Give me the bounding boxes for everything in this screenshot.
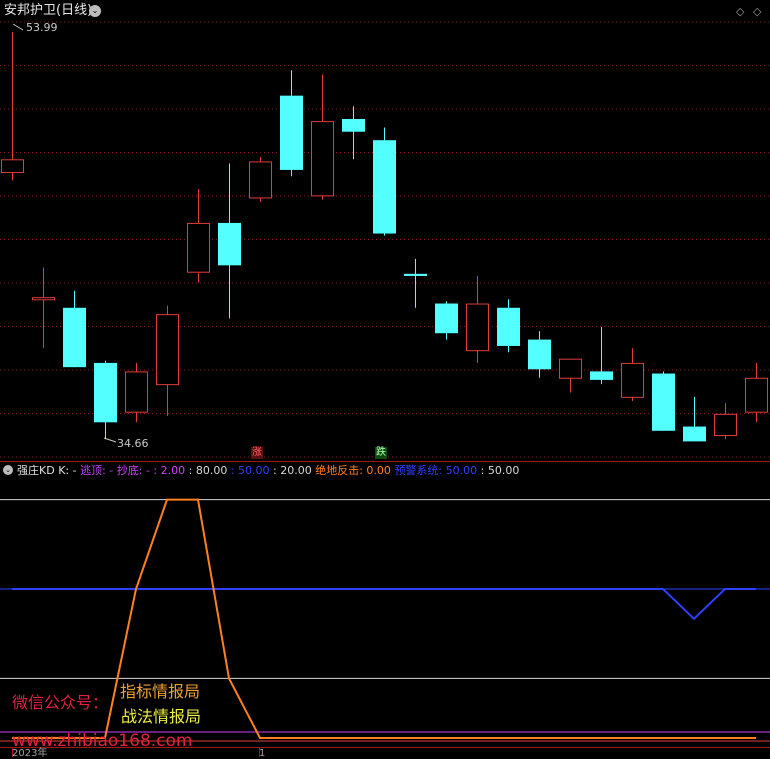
candle-body: [714, 413, 737, 437]
signal-down-badge: 跌: [375, 447, 387, 459]
watermark-name-1: 指标情报局: [120, 682, 201, 701]
candle-body: [466, 303, 489, 352]
candle-body: [559, 358, 582, 379]
indicator-k: K: -: [58, 464, 77, 477]
candle-body: [218, 222, 241, 266]
indicator-item: 预警系统: 50.00: [394, 464, 481, 477]
axis-year-label: 2023年: [12, 748, 48, 759]
candle-body: [156, 314, 179, 386]
chart-title: 安邦护卫(日线): [4, 3, 93, 18]
indicator-item: : 20.00: [273, 464, 316, 477]
candle-body: [249, 161, 272, 199]
main-chart[interactable]: [0, 0, 770, 757]
low-price-label: 34.66: [117, 437, 149, 450]
diamond-icon[interactable]: ◇: [736, 5, 744, 19]
signal-up-badge: 涨: [251, 447, 263, 459]
candle-body: [621, 362, 644, 398]
diamond-icon[interactable]: ◇: [753, 5, 761, 19]
candle-body: [280, 95, 303, 170]
indicator-item: : 80.00: [188, 464, 231, 477]
candle-body: [32, 297, 55, 301]
candle-body: [373, 140, 396, 234]
candle-body: [683, 426, 706, 442]
candle-body: [435, 303, 458, 334]
warning-series-line: [12, 588, 756, 621]
candle-body: [404, 273, 427, 276]
indicator-legend: 强庄KD K: - 逃顶: - 抄底: - : 2.00 : 80.00 : 5…: [17, 464, 519, 477]
indicator-item: 绝地反击: 0.00: [315, 464, 395, 477]
candle-body: [1, 159, 24, 174]
axis-mark-label: 1: [259, 748, 266, 759]
candle-body: [311, 121, 334, 197]
indicator-item: 逃顶: -: [80, 464, 117, 477]
candle-body: [745, 377, 768, 413]
indicator-item: : 50.00: [230, 464, 274, 477]
candle-body: [652, 373, 675, 431]
indicator-item: : 50.00: [480, 464, 520, 477]
watermark-wechat: 微信公众号：: [12, 693, 109, 712]
candle-body: [342, 118, 365, 132]
low-pointer: [103, 437, 117, 443]
candle-body: [590, 371, 613, 380]
candle-body: [125, 371, 148, 413]
candle-body: [528, 339, 551, 370]
kd-series-line: [12, 498, 756, 739]
chevron-down-icon[interactable]: ⌄: [89, 5, 101, 17]
indicator-item: : 2.00: [153, 464, 189, 477]
watermark-name-2: 战法情报局: [121, 707, 202, 726]
indicator-name[interactable]: 强庄KD: [17, 464, 55, 477]
chevron-down-icon[interactable]: ⌄: [3, 465, 13, 475]
candle-body: [497, 307, 520, 346]
candle-body: [94, 362, 117, 423]
candle-body: [187, 222, 210, 273]
high-pointer: [12, 23, 24, 31]
high-price-label: 53.99: [26, 21, 58, 34]
candle-body: [63, 307, 86, 368]
indicator-item: 抄底: -: [116, 464, 154, 477]
indicator-items: 逃顶: - 抄底: - : 2.00 : 80.00 : 50.00 : 20.…: [80, 464, 519, 477]
